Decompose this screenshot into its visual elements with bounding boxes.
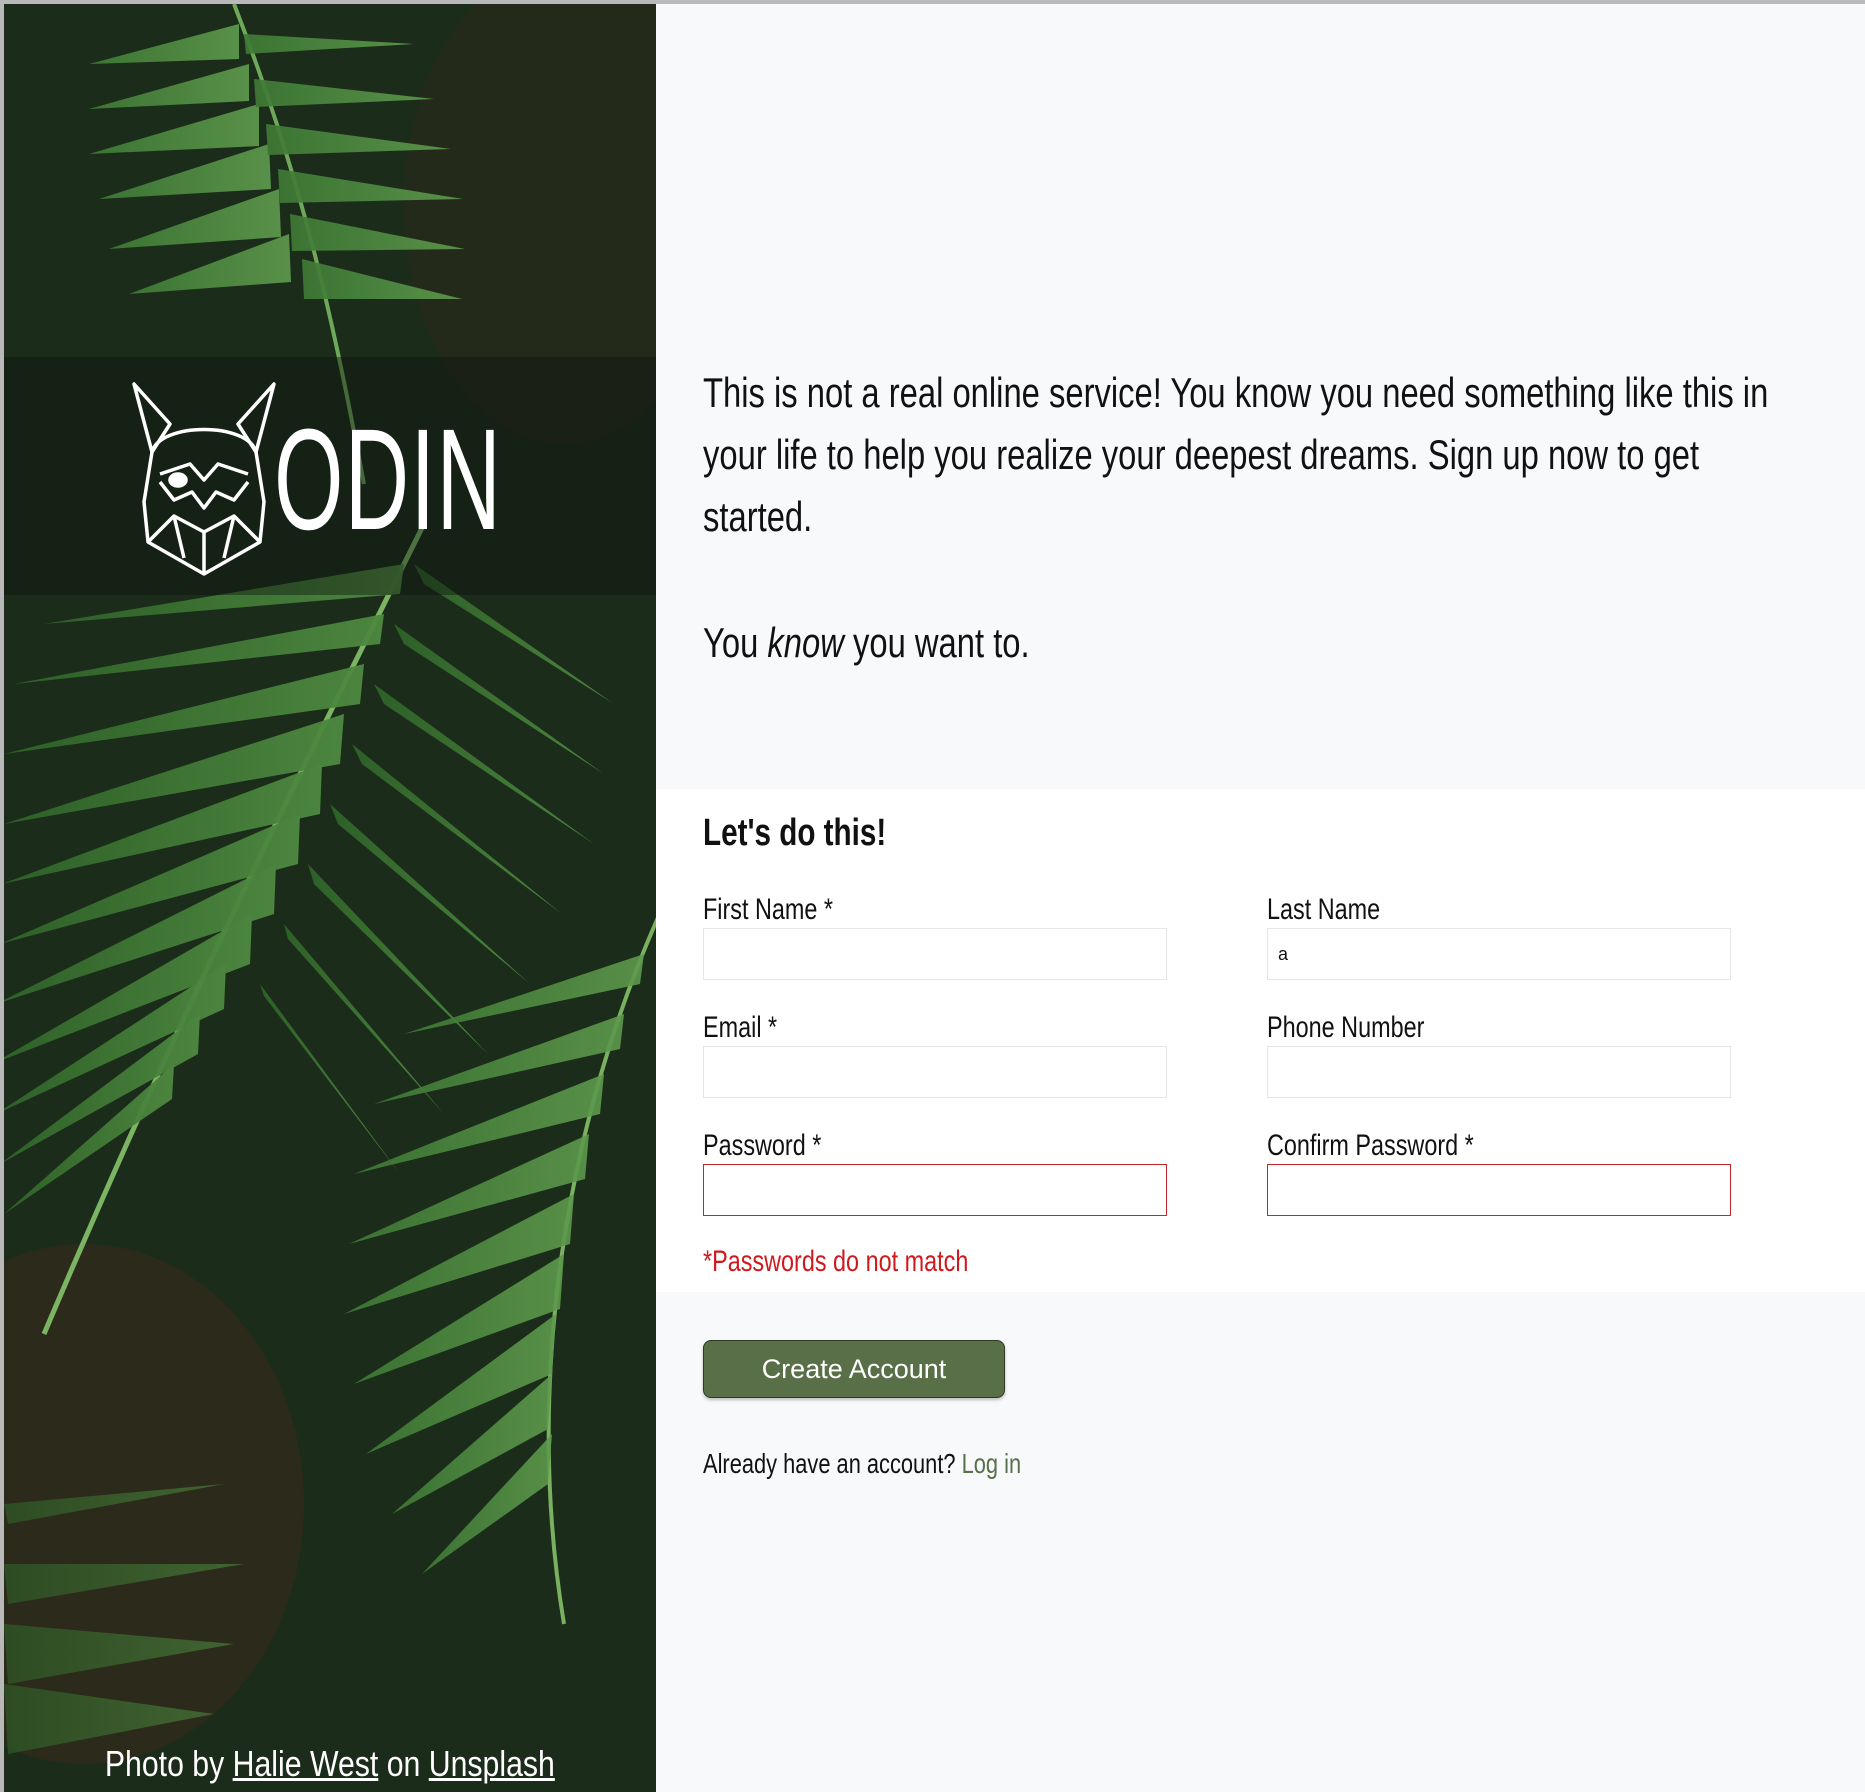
credit-prefix: Photo by [105,1743,225,1784]
confirm-password-label: Confirm Password * [1267,1129,1474,1162]
intro-text: This is not a real online service! You k… [703,362,1833,548]
fern-background-image [4,4,656,1792]
tagline-emphasis: know [767,619,844,666]
password-label: Password * [703,1129,822,1162]
form-heading: Let's do this! [703,812,887,854]
phone-label: Phone Number [1267,1011,1425,1044]
viking-helmet-icon [132,382,276,576]
brand-name: ODIN [274,399,503,560]
last-name-input[interactable] [1267,928,1731,980]
last-name-label: Last Name [1267,893,1381,926]
signup-form [656,789,1865,1292]
first-name-label: First Name * [703,893,834,926]
unsplash-link[interactable]: Unsplash [429,1743,555,1784]
tagline-before: You [703,619,759,666]
photo-credit: Photo by Halie West on Unsplash [4,1742,656,1786]
first-name-input[interactable] [703,928,1167,980]
tagline: You know you want to. [703,612,1122,674]
create-account-button[interactable]: Create Account [703,1340,1005,1398]
hero-panel: ODIN Photo by Halie West on Unsplash [4,4,656,1792]
tagline-after: you want to. [852,619,1030,666]
login-prompt-text: Already have an account? [703,1448,956,1479]
confirm-password-input[interactable] [1267,1164,1731,1216]
intro-line-3: started. [703,493,813,540]
phone-input[interactable] [1267,1046,1731,1098]
login-prompt: Already have an account? Log in [703,1444,1111,1484]
password-input[interactable] [703,1164,1167,1216]
password-error-message: *Passwords do not match [703,1245,969,1278]
credit-middle: on [386,1743,421,1784]
email-label: Email * [703,1011,778,1044]
email-input[interactable] [703,1046,1167,1098]
photographer-link[interactable]: Halie West [233,1743,379,1784]
intro-line-1: This is not a real online service! You k… [703,369,1769,416]
intro-line-2: your life to help you realize your deepe… [703,431,1700,478]
login-link[interactable]: Log in [962,1448,1022,1479]
